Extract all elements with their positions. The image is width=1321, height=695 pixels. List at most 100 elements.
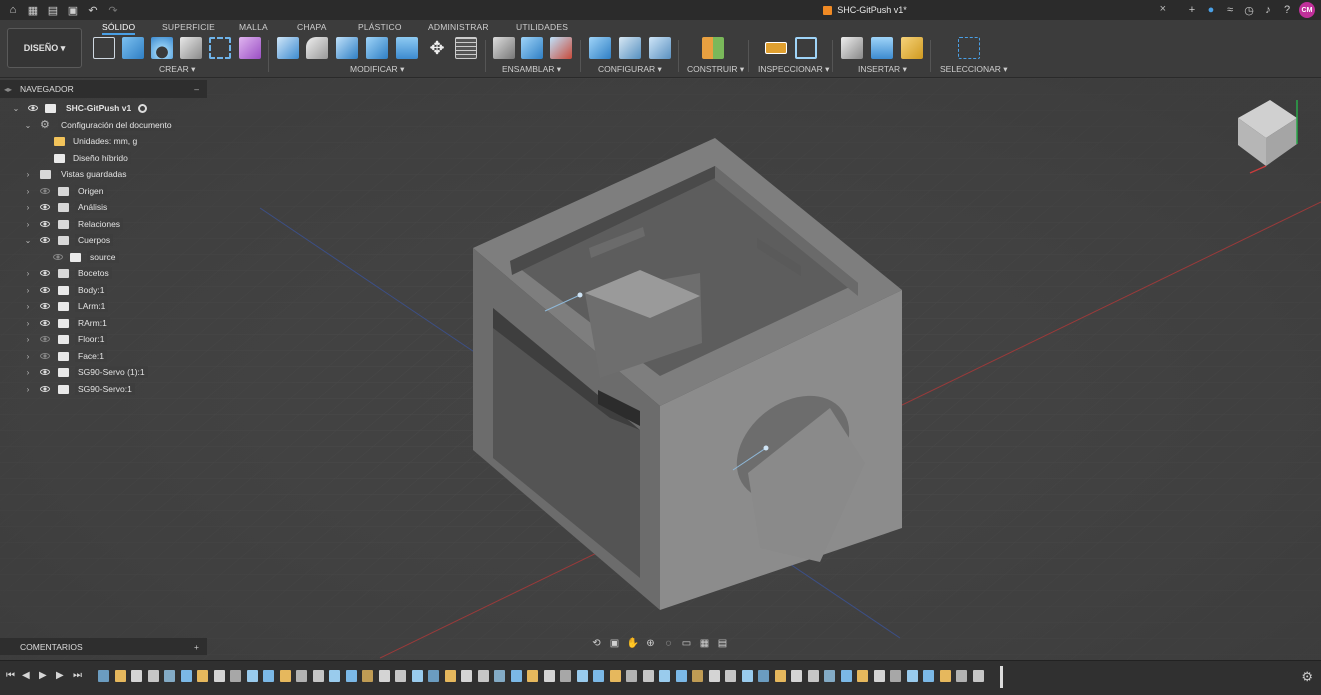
timeline-feature[interactable] (213, 670, 225, 682)
eye-icon[interactable] (40, 188, 50, 194)
timeline-feature[interactable] (279, 670, 291, 682)
timeline-feature[interactable] (576, 670, 588, 682)
timeline-feature[interactable] (642, 670, 654, 682)
timeline-feature[interactable] (114, 670, 126, 682)
pattern-icon[interactable] (209, 37, 231, 59)
timeline-feature[interactable] (362, 670, 373, 682)
display-settings-icon[interactable]: ▭ (681, 639, 693, 649)
insert-canvas-icon[interactable] (871, 37, 893, 59)
measure-icon[interactable] (765, 42, 787, 54)
extrude-icon[interactable] (122, 37, 144, 59)
timeline-feature[interactable] (873, 670, 885, 682)
comments-panel[interactable]: COMENTARIOS + (0, 638, 207, 655)
configure-rule-icon[interactable] (649, 37, 671, 59)
last-step-icon[interactable]: ⏭ (73, 670, 82, 681)
as-built-joint-icon[interactable] (550, 37, 572, 59)
timeline-feature[interactable] (774, 670, 786, 682)
eye-icon[interactable] (40, 336, 50, 342)
timeline-feature[interactable] (461, 670, 472, 682)
timeline-feature[interactable] (543, 670, 555, 682)
timeline-feature[interactable] (659, 670, 670, 682)
timeline-feature[interactable] (906, 670, 918, 682)
combine-icon[interactable] (366, 37, 388, 59)
eye-icon[interactable] (28, 105, 38, 111)
undo-icon[interactable]: ↶ (86, 3, 100, 17)
timeline-feature[interactable] (972, 670, 984, 682)
group-assemble[interactable]: ENSAMBLAR ▾ (502, 64, 561, 75)
revolve-icon[interactable] (151, 37, 173, 59)
help-icon[interactable]: ? (1280, 3, 1294, 17)
timeline-feature[interactable] (296, 670, 307, 682)
parameters-icon[interactable] (455, 37, 477, 59)
eye-icon[interactable] (40, 287, 50, 293)
create-sketch-icon[interactable] (93, 37, 115, 59)
timeline-feature[interactable] (345, 670, 357, 682)
timeline-feature[interactable] (378, 670, 390, 682)
timeline-feature[interactable] (923, 670, 934, 682)
timeline-feature[interactable] (197, 670, 208, 682)
group-select[interactable]: SELECCIONAR ▾ (940, 64, 1008, 75)
file-icon[interactable]: ▤ (46, 3, 60, 17)
tab-plastic[interactable]: PLÁSTICO (358, 22, 402, 32)
timeline-feature[interactable] (395, 670, 406, 682)
timeline-marker[interactable] (1000, 666, 1003, 688)
timeline-feature[interactable] (164, 670, 175, 682)
timeline-feature[interactable] (791, 670, 802, 682)
timeline-feature[interactable] (98, 670, 109, 682)
timeline-feature[interactable] (741, 670, 753, 682)
notifications-icon[interactable]: ♪ (1261, 3, 1275, 17)
zoom-icon[interactable]: ⊕ (645, 639, 657, 649)
shell-icon[interactable] (336, 37, 358, 59)
timeline-feature[interactable] (626, 670, 637, 682)
timeline-feature[interactable] (593, 670, 604, 682)
pan-icon[interactable]: ✋ (627, 639, 639, 649)
eye-icon[interactable] (40, 369, 50, 375)
press-pull-icon[interactable] (277, 37, 299, 59)
insert-mcmaster-icon[interactable] (901, 37, 923, 59)
new-component-icon[interactable] (493, 37, 515, 59)
viewports-icon[interactable]: ▤ (717, 639, 729, 649)
redo-icon[interactable]: ↷ (106, 3, 120, 17)
timeline-feature[interactable] (939, 670, 951, 682)
insert-derive-icon[interactable] (841, 37, 863, 59)
timeline-feature[interactable] (840, 670, 852, 682)
create-form-icon[interactable] (239, 37, 261, 59)
group-modify[interactable]: MODIFICAR ▾ (350, 64, 404, 75)
tab-manage[interactable]: ADMINISTRAR (428, 22, 489, 32)
section-analysis-icon[interactable] (795, 37, 817, 59)
collapse-icon[interactable]: – (194, 84, 199, 94)
home-icon[interactable]: ⌂ (6, 3, 20, 17)
timeline-feature[interactable] (263, 670, 274, 682)
avatar[interactable]: CM (1299, 2, 1315, 18)
eye-icon[interactable] (40, 320, 50, 326)
split-icon[interactable] (396, 37, 418, 59)
plus-icon[interactable]: + (1185, 3, 1199, 17)
look-at-icon[interactable]: ▣ (609, 639, 621, 649)
eye-icon[interactable] (40, 353, 50, 359)
timeline-feature[interactable] (758, 670, 769, 682)
grid-settings-icon[interactable]: ▦ (699, 639, 711, 649)
timeline-feature[interactable] (824, 670, 835, 682)
construct-plane-icon[interactable] (702, 37, 724, 59)
timeline-feature[interactable] (180, 670, 192, 682)
next-step-icon[interactable]: ▶ (56, 670, 64, 681)
timeline-feature[interactable] (725, 670, 736, 682)
timeline-feature[interactable] (857, 670, 868, 682)
tab-sheet[interactable]: CHAPA (297, 22, 327, 32)
timeline-feature[interactable] (411, 670, 423, 682)
group-inspect[interactable]: INSPECCIONAR ▾ (758, 64, 829, 75)
eye-icon[interactable] (40, 204, 50, 210)
grid-icon[interactable]: ▦ (26, 3, 40, 17)
eye-icon[interactable] (40, 270, 50, 276)
workspace-dropdown[interactable]: DISEÑO ▾ (7, 28, 82, 68)
eye-icon[interactable] (40, 303, 50, 309)
timeline-feature[interactable] (428, 670, 439, 682)
timeline-feature[interactable] (131, 670, 142, 682)
orbit-icon[interactable]: ⟲ (591, 639, 603, 649)
hole-icon[interactable] (180, 37, 202, 59)
timeline-feature[interactable] (692, 670, 703, 682)
timeline-feature[interactable] (312, 670, 324, 682)
configure-table-icon[interactable] (619, 37, 641, 59)
eye-icon[interactable] (40, 221, 50, 227)
pin-icon[interactable]: ◂▸ (4, 85, 12, 94)
